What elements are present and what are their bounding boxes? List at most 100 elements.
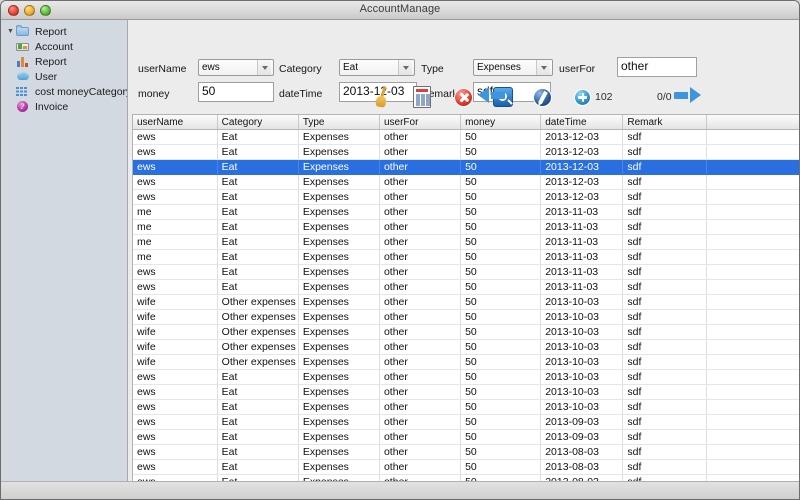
column-header[interactable] (706, 115, 799, 130)
add-button[interactable] (570, 85, 594, 109)
window-titlebar[interactable]: AccountManage (1, 1, 799, 20)
column-header[interactable]: Remark (622, 115, 707, 130)
sidebar: ▼ Report Account Report User cost moneyC… (1, 20, 128, 499)
window-content: ▼ Report Account Report User cost moneyC… (1, 20, 799, 499)
table-row[interactable]: ewsEatExpensesother502013-08-03sdf (133, 459, 799, 475)
sidebar-item-cost-money-category[interactable]: cost moneyCategory (1, 84, 127, 99)
table-cell: 2013-10-03 (540, 324, 624, 340)
category-combo[interactable]: Eat (339, 59, 415, 76)
records-table-container: userName Category Type userFor money dateTime… (132, 114, 799, 493)
table-row[interactable]: ews Eat Expenses other 50 2013-12-03 sdf (133, 174, 799, 190)
table-row[interactable]: ews Eat Expenses other 50 2013-12-03 sdf (133, 189, 799, 205)
category-label: Category (279, 63, 322, 75)
table-cell: 50 (460, 309, 542, 325)
table-row[interactable]: ews Eat Expenses other 50 2013-09-03 sdf (133, 429, 799, 445)
table-row[interactable]: ews Eat Expenses other 50 2013-12-03 sdf (133, 129, 799, 145)
table-cell: 50 (460, 144, 542, 160)
table-cell: 50 (460, 384, 542, 400)
table-cell: Expenses (298, 144, 380, 160)
table-cell: other (379, 294, 462, 310)
table-cell: other (379, 144, 462, 160)
clear-button[interactable] (369, 85, 393, 109)
table-row[interactable]: me Eat Expenses other 50 2013-11-03 sdf (133, 249, 799, 265)
table-row[interactable]: ews Eat Expenses other 50 2013-11-03 sdf (133, 264, 799, 280)
table-row[interactable]: wife Other expenses Expenses other 50 2013-10… (133, 324, 799, 340)
table-cell: 50 (460, 279, 542, 295)
table-cell: Expenses (298, 339, 380, 355)
next-button[interactable] (673, 87, 701, 103)
sidebar-item-report-root[interactable]: ▼ Report (1, 24, 127, 39)
table-cell: 50 (460, 129, 542, 145)
username-combo[interactable]: ews (198, 59, 274, 76)
table-cell: sdf (622, 294, 707, 310)
table-cell: 2013-11-03 (540, 204, 624, 220)
table-cell: 2013-10-03 (540, 354, 624, 370)
sidebar-item-account[interactable]: Account (1, 39, 127, 54)
column-header[interactable]: userName (133, 115, 218, 130)
table-cell: Eat (217, 174, 299, 190)
table-cell: sdf (622, 279, 707, 295)
userfor-label: userFor (559, 63, 596, 75)
sidebar-item-user[interactable]: User (1, 69, 127, 84)
table-cell: Expenses (298, 129, 380, 145)
table-cell (706, 429, 799, 445)
table-cell (706, 339, 799, 355)
sidebar-item-invoice[interactable]: ? Invoice (1, 99, 127, 114)
column-header[interactable]: dateTime (540, 115, 624, 130)
table-cell: Eat (217, 384, 299, 400)
table-cell: other (379, 189, 462, 205)
records-table: userName Category Type userFor money dateTime… (133, 115, 799, 492)
sidebar-item-report[interactable]: Report (1, 54, 127, 69)
table-cell: other (379, 399, 462, 415)
table-cell: 2013-12-03 (540, 159, 624, 175)
table-cell: other (379, 174, 462, 190)
column-header[interactable]: userFor (379, 115, 462, 130)
column-header[interactable]: Category (217, 115, 299, 130)
table-row[interactable]: ews Eat Expenses other 50 2013-12-03 sdf (133, 144, 799, 160)
table-cell: ews (133, 279, 218, 295)
edit-icon (533, 88, 552, 107)
prev-button[interactable] (478, 87, 506, 103)
table-cell (706, 264, 799, 280)
table-row[interactable]: wife Other expenses Expenses other 50 2013-10… (133, 309, 799, 325)
table-row[interactable]: ews Eat Expenses other 50 2013-10-03 sdf (133, 399, 799, 415)
table-row[interactable]: wife Other expenses Expenses other 50 2013-10… (133, 339, 799, 355)
table-cell: 50 (460, 189, 542, 205)
table-row[interactable]: me Eat Expenses other 50 2013-11-03 sdf (133, 234, 799, 250)
window-bottom-bar (1, 481, 799, 499)
table-row[interactable]: ews Eat Expenses other 50 2013-11-03 sdf (133, 279, 799, 295)
table-cell: other (379, 279, 462, 295)
table-cell: Expenses (298, 354, 380, 370)
table-row[interactable]: me Eat Expenses other 50 2013-11-03 sdf (133, 204, 799, 220)
chevron-down-icon[interactable] (257, 60, 271, 75)
type-combo[interactable]: Expenses (473, 59, 553, 76)
column-header[interactable]: money (460, 115, 542, 130)
table-row[interactable]: ews Eat Expenses other 50 2013-10-03 sdf (133, 384, 799, 400)
table-cell: 50 (460, 249, 542, 265)
edit-button[interactable] (530, 85, 554, 109)
table-row[interactable]: wife Other expenses Expenses other 50 2013-10… (133, 354, 799, 370)
table-cell: sdf (622, 384, 707, 400)
username-label: userName (138, 63, 187, 75)
chevron-down-icon[interactable] (536, 60, 550, 75)
table-cell: sdf (622, 399, 707, 415)
table-cell: 2013-09-03 (540, 429, 624, 445)
table-row[interactable]: me Eat Expenses other 50 2013-11-03 sdf (133, 219, 799, 235)
column-header[interactable]: Type (298, 115, 380, 130)
table-cell: 50 (460, 174, 542, 190)
table-cell: other (379, 339, 462, 355)
table-cell: 2013-10-03 (540, 294, 624, 310)
table-row[interactable]: ews Eat Expenses other 50 2013-12-03 sdf (133, 159, 799, 175)
table-row[interactable]: ews Eat Expenses other 50 2013-10-03 sdf (133, 369, 799, 385)
chevron-down-icon[interactable] (398, 60, 412, 75)
table-cell: Expenses (298, 159, 380, 175)
table-row[interactable]: wife Other expenses Expenses other 50 2013-10… (133, 294, 799, 310)
chevron-down-icon[interactable]: ▼ (5, 28, 16, 35)
delete-button[interactable] (451, 85, 475, 109)
userfor-input[interactable]: other (617, 57, 697, 77)
table-cell: 2013-11-03 (540, 219, 624, 235)
report-button[interactable] (410, 85, 434, 109)
table-row[interactable]: ewsEatExpensesother502013-08-03sdf (133, 444, 799, 460)
table-row[interactable]: ews Eat Expenses other 50 2013-09-03 sdf (133, 414, 799, 430)
table-cell: ews (133, 414, 218, 430)
